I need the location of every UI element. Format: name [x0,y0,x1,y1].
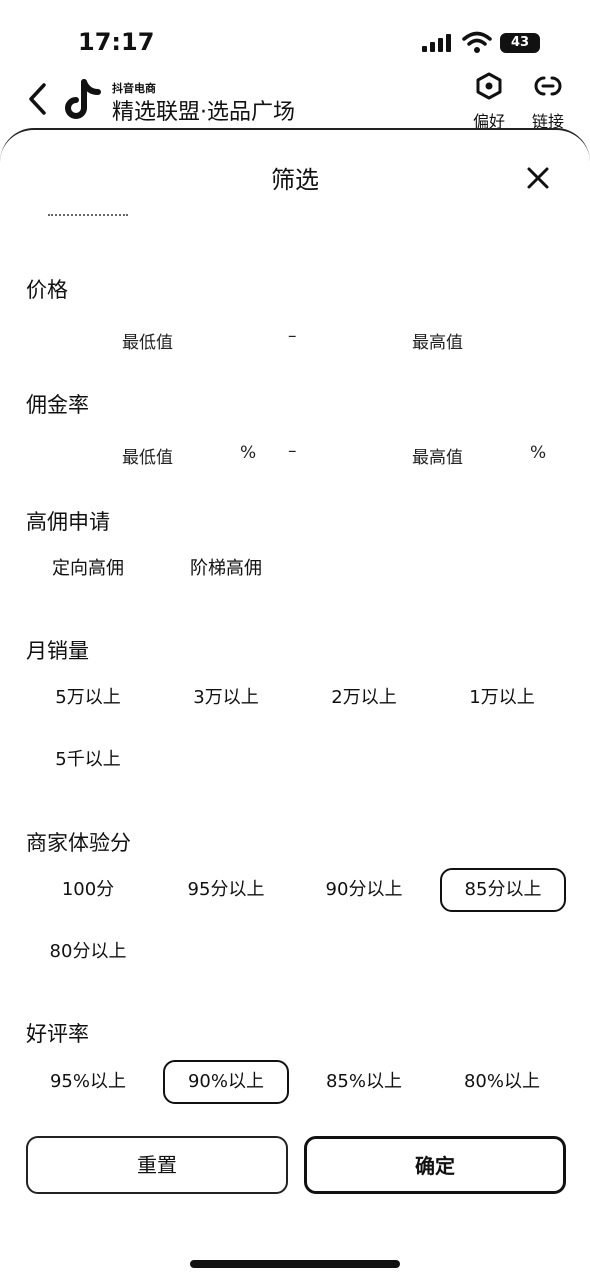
commission-max-input[interactable]: 最高值 [412,443,463,468]
option-score-80[interactable]: 80分以上 [26,930,150,974]
option-sales-10k[interactable]: 1万以上 [440,676,564,720]
commission-max-unit: % [530,443,547,463]
close-icon[interactable] [524,164,552,192]
high-commission-title: 高佣申请 [26,510,110,534]
monthly-sales-title: 月销量 [26,639,89,663]
option-score-95[interactable]: 95分以上 [164,868,288,912]
filter-sheet: 筛选 价格 最低值 – 最高值 佣金率 最低值 % – 最高值 % 高佣申请 定… [0,128,590,1280]
page-title: 精选联盟·选品广场 [112,100,295,125]
option-sales-5k[interactable]: 5千以上 [26,738,150,782]
price-max-input[interactable]: 最高值 [412,328,463,353]
back-arrow-icon[interactable] [26,82,50,116]
preference-button[interactable]: 偏好 [464,72,514,132]
commission-min-unit: % [240,443,257,463]
commission-min-input[interactable]: 最低值 [122,443,173,468]
wifi-icon [462,31,492,53]
commission-range-dash: – [288,441,297,461]
rating-title: 好评率 [26,1022,89,1046]
price-range-dash: – [288,326,297,346]
douyin-logo-icon [65,79,101,119]
option-score-85-selected[interactable]: 85分以上 [440,868,566,912]
option-sales-50k[interactable]: 5万以上 [26,676,150,720]
option-sales-30k[interactable]: 3万以上 [164,676,288,720]
option-score-100[interactable]: 100分 [26,868,150,912]
option-rating-90-selected[interactable]: 90%以上 [163,1060,289,1104]
home-indicator [190,1260,400,1268]
sheet-title: 筛选 [271,166,319,194]
commission-title: 佣金率 [26,393,89,417]
price-min-input[interactable]: 最低值 [122,328,173,353]
status-bar: 17:17 43 [0,0,590,72]
option-rating-95[interactable]: 95%以上 [26,1060,150,1104]
reset-button[interactable]: 重置 [26,1136,288,1194]
link-button[interactable]: 链接 [523,72,573,132]
confirm-button[interactable]: 确定 [304,1136,566,1194]
status-time: 17:17 [78,28,155,56]
app-header: 抖音电商 精选联盟·选品广场 偏好 链接 [0,72,590,132]
link-icon [534,76,562,96]
option-score-90[interactable]: 90分以上 [302,868,426,912]
hexagon-settings-icon [476,72,502,100]
signal-icon [422,34,456,52]
option-tiered-high-commission[interactable]: 阶梯高佣 [174,547,278,591]
battery-icon: 43 [500,33,540,53]
price-title: 价格 [26,278,68,302]
option-directed-high-commission[interactable]: 定向高佣 [36,547,140,591]
option-sales-20k[interactable]: 2万以上 [302,676,426,720]
option-rating-80[interactable]: 80%以上 [440,1060,564,1104]
cut-off-text-remnant [48,214,128,217]
option-rating-85[interactable]: 85%以上 [302,1060,426,1104]
merchant-score-title: 商家体验分 [26,831,131,855]
